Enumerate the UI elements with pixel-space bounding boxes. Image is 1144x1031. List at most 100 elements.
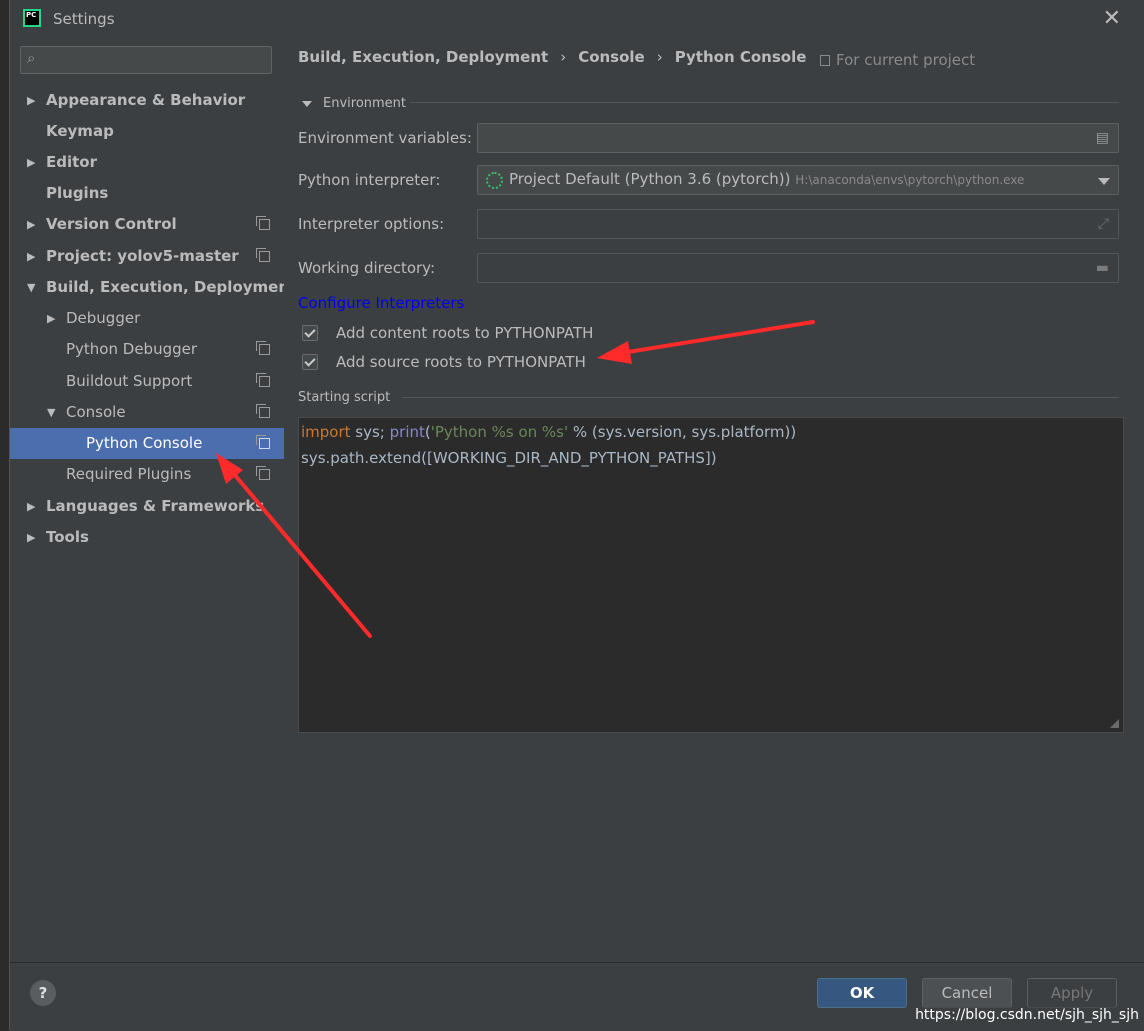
code-line-1: import sys; print('Python %s on %s' % (s…: [301, 423, 796, 441]
expand-arrow-icon[interactable]: ▶: [27, 209, 35, 240]
interpreter-value: Project Default (Python 3.6 (pytorch)) H…: [509, 170, 1024, 188]
tree-item-debugger[interactable]: ▶ Debugger: [10, 303, 284, 334]
breadcrumb: Build, Execution, Deployment › Console › Pyt…: [298, 48, 806, 66]
project-scope-icon: [256, 341, 270, 355]
tree-item-build-execution-deployment[interactable]: ▼ Build, Execution, Deployment: [10, 272, 296, 303]
loading-spinner-icon: [486, 172, 503, 189]
edit-list-icon[interactable]: ▤: [1096, 130, 1109, 146]
source-roots-checkbox[interactable]: [302, 354, 318, 370]
configure-interpreters-link[interactable]: Configure Interpreters: [298, 294, 464, 312]
breadcrumb-item[interactable]: Build, Execution, Deployment: [298, 48, 548, 66]
tree-item-appearance[interactable]: ▶ Appearance & Behavior: [10, 85, 284, 116]
project-scope-icon: [256, 404, 270, 418]
tree-item-project[interactable]: ▶ Project: yolov5-master: [10, 241, 284, 272]
tree-item-python-console[interactable]: Python Console: [10, 428, 284, 459]
tree-item-label: Tools: [46, 528, 89, 546]
tree-item-version-control[interactable]: ▶ Version Control: [10, 209, 284, 240]
expand-arrow-icon[interactable]: ▶: [27, 85, 35, 116]
dialog-footer: ? OK Cancel Apply https://blog.csdn.net/…: [10, 962, 1144, 1031]
expand-arrow-icon[interactable]: ▶: [47, 303, 55, 334]
tree-item-required-plugins[interactable]: Required Plugins: [10, 459, 284, 490]
resize-grip-icon[interactable]: [1110, 719, 1119, 728]
project-scope-icon: [256, 466, 270, 480]
tree-item-keymap[interactable]: Keymap: [10, 116, 284, 147]
help-button[interactable]: ?: [30, 980, 56, 1006]
tree-item-plugins[interactable]: Plugins: [10, 178, 284, 209]
expand-icon[interactable]: ⤢: [1098, 216, 1109, 232]
settings-content: Build, Execution, Deployment › Console › Pyt…: [284, 37, 1144, 962]
tree-item-label: Build, Execution, Deployment: [46, 278, 297, 296]
project-scope-icon: [820, 55, 830, 66]
code-keyword: import: [301, 423, 351, 441]
settings-dialog: PC Settings ✕ ⌕ ▶ Appearance & Behavior …: [9, 0, 1144, 1031]
title-bar: PC Settings ✕: [10, 0, 1144, 37]
source-roots-label[interactable]: Add source roots to PYTHONPATH: [336, 353, 586, 371]
tree-item-label: Buildout Support: [66, 372, 193, 390]
settings-sidebar: ⌕ ▶ Appearance & Behavior Keymap ▶ Edito…: [10, 37, 296, 962]
content-roots-checkbox[interactable]: [302, 325, 318, 341]
chevron-down-icon[interactable]: [1098, 178, 1110, 185]
cancel-button[interactable]: Cancel: [922, 978, 1012, 1008]
tree-item-tools[interactable]: ▶ Tools: [10, 522, 284, 553]
tree-item-label: Editor: [46, 153, 97, 171]
expand-arrow-icon[interactable]: ▶: [27, 522, 35, 553]
breadcrumb-separator-icon: ›: [656, 48, 663, 66]
breadcrumb-item[interactable]: Console: [578, 48, 645, 66]
search-icon: ⌕: [27, 49, 36, 67]
settings-search-input[interactable]: ⌕: [20, 46, 272, 74]
starting-script-editor[interactable]: import sys; print('Python %s on %s' % (s…: [298, 417, 1124, 733]
tree-item-label: Debugger: [66, 309, 141, 327]
pycharm-logo-text: PC: [25, 11, 39, 25]
scope-label: For current project: [836, 51, 976, 69]
close-icon[interactable]: ✕: [1103, 6, 1121, 31]
breadcrumb-separator-icon: ›: [560, 48, 567, 66]
apply-button[interactable]: Apply: [1027, 978, 1117, 1008]
expand-arrow-icon[interactable]: ▶: [27, 491, 35, 522]
tree-item-label: Version Control: [46, 215, 177, 233]
interp-options-label: Interpreter options:: [298, 215, 445, 233]
code-string: 'Python %s on %s': [430, 423, 569, 441]
collapse-arrow-icon[interactable]: ▼: [27, 272, 35, 303]
collapse-section-icon[interactable]: [302, 101, 312, 107]
scope-indicator: For current project: [820, 51, 975, 69]
interpreter-dropdown[interactable]: Project Default (Python 3.6 (pytorch)) H…: [477, 165, 1119, 195]
section-divider: [402, 397, 1119, 398]
tree-item-label: Languages & Frameworks: [46, 497, 265, 515]
tree-item-python-debugger[interactable]: Python Debugger: [10, 334, 284, 365]
working-dir-field[interactable]: ▬: [477, 253, 1119, 283]
pycharm-logo-icon: PC: [23, 9, 41, 27]
tree-item-label: Required Plugins: [66, 465, 192, 483]
tree-item-console[interactable]: ▼ Console: [10, 397, 284, 428]
collapse-arrow-icon[interactable]: ▼: [47, 397, 55, 428]
working-dir-label: Working directory:: [298, 259, 436, 277]
interpreter-name: Project Default (Python 3.6 (pytorch)): [509, 170, 791, 188]
tree-item-buildout-support[interactable]: Buildout Support: [10, 366, 284, 397]
expand-arrow-icon[interactable]: ▶: [27, 147, 35, 178]
section-divider: [410, 102, 1119, 103]
project-scope-icon: [256, 435, 270, 449]
tree-item-label: Python Debugger: [66, 340, 198, 358]
project-scope-icon: [256, 373, 270, 387]
starting-script-title: Starting script: [298, 390, 391, 405]
tree-item-label: Keymap: [46, 122, 114, 140]
expand-arrow-icon[interactable]: ▶: [27, 241, 35, 272]
folder-icon[interactable]: ▬: [1096, 260, 1109, 276]
project-scope-icon: [256, 216, 270, 230]
environment-section-title: Environment: [323, 96, 407, 111]
code-builtin: print: [389, 423, 425, 441]
project-scope-icon: [256, 248, 270, 262]
ok-button[interactable]: OK: [817, 978, 907, 1008]
interpreter-path: H:\anaconda\envs\pytorch\python.exe: [795, 173, 1025, 187]
tree-item-languages-frameworks[interactable]: ▶ Languages & Frameworks: [10, 491, 284, 522]
tree-item-editor[interactable]: ▶ Editor: [10, 147, 284, 178]
tree-item-label: Plugins: [46, 184, 109, 202]
content-roots-label[interactable]: Add content roots to PYTHONPATH: [336, 324, 593, 342]
interp-options-field[interactable]: ⤢: [477, 209, 1119, 239]
dialog-title: Settings: [53, 10, 115, 28]
env-vars-label: Environment variables:: [298, 129, 472, 147]
code-text: sys;: [350, 423, 390, 441]
env-vars-field[interactable]: ▤: [477, 123, 1119, 153]
code-line-2: sys.path.extend([WORKING_DIR_AND_PYTHON_…: [301, 449, 717, 467]
code-text: % (sys.version, sys.platform)): [568, 423, 797, 441]
tree-item-label: Console: [66, 403, 126, 421]
